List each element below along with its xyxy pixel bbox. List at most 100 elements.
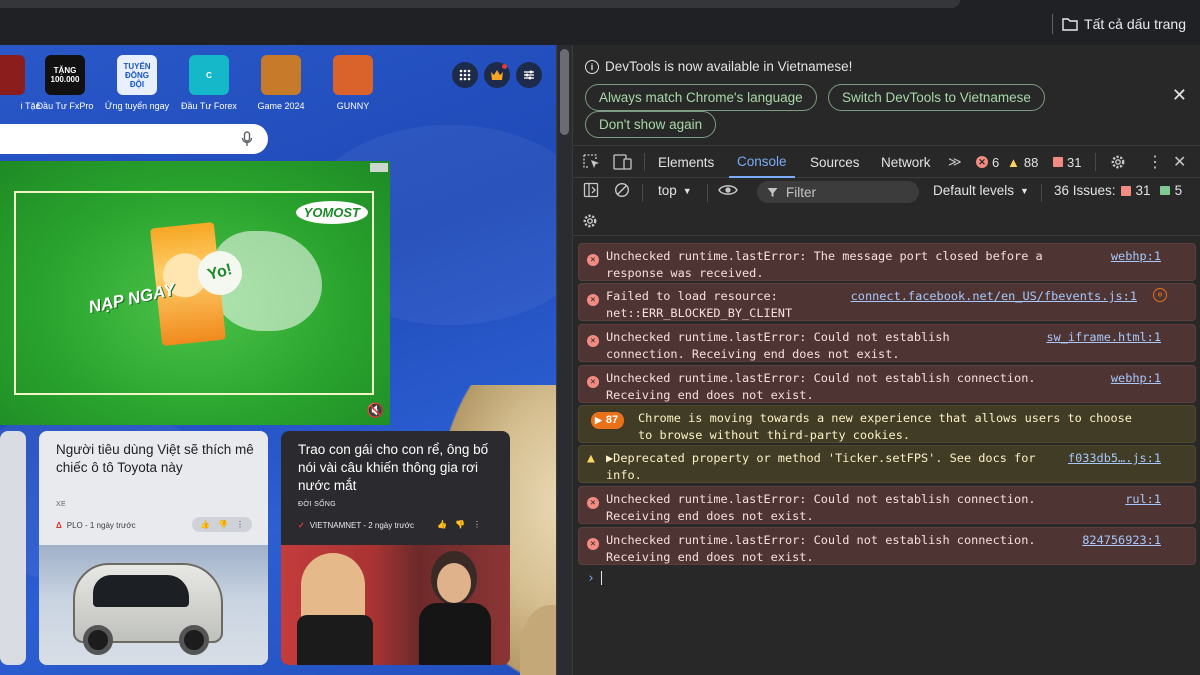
tab-separator bbox=[1095, 153, 1096, 171]
console-message-error[interactable]: ✕ Unchecked runtime.lastError: The messag… bbox=[578, 243, 1196, 281]
search-input[interactable] bbox=[0, 124, 268, 154]
console-message-error[interactable]: ✕ Failed to load resource: net::ERR_BLOCK… bbox=[578, 283, 1196, 321]
console-message-error[interactable]: ✕ Unchecked runtime.lastError: Could not … bbox=[578, 486, 1196, 524]
source-logo-icon: ✓ bbox=[298, 521, 305, 530]
console-settings-gear-icon[interactable] bbox=[582, 213, 598, 229]
settings-gear-icon[interactable] bbox=[1110, 146, 1126, 178]
issue-count[interactable]: 31 bbox=[1053, 146, 1081, 178]
more-options-icon[interactable]: ⋮ bbox=[473, 520, 481, 529]
context-selector[interactable]: top ▼ bbox=[658, 183, 692, 198]
tab-sources[interactable]: Sources bbox=[810, 146, 860, 178]
customize-button[interactable] bbox=[516, 62, 542, 88]
console-message-warning[interactable]: ▲ ▶Deprecated property or method 'Ticker.… bbox=[578, 445, 1196, 483]
clear-console-icon[interactable] bbox=[614, 182, 630, 198]
more-options-icon[interactable]: ⋮ bbox=[236, 520, 244, 529]
source-link[interactable]: webhp:1 bbox=[1111, 370, 1161, 387]
all-bookmarks-button[interactable]: Tất cả dấu trang bbox=[1062, 16, 1186, 32]
console-message-warning-group[interactable]: ▶ 87 Chrome is moving towards a new experi… bbox=[578, 405, 1196, 443]
more-options-icon[interactable]: ⋮ bbox=[1147, 146, 1163, 178]
page-scrollbar[interactable] bbox=[556, 45, 572, 675]
console-message-error[interactable]: ✕ Unchecked runtime.lastError: Could not … bbox=[578, 365, 1196, 403]
console-output: ✕ Unchecked runtime.lastError: The messag… bbox=[573, 237, 1200, 675]
console-message-text: Unchecked runtime.lastError: The message… bbox=[606, 249, 1043, 280]
dropdown-arrow-icon: ▼ bbox=[682, 185, 692, 196]
warning-count[interactable]: ▲ 88 bbox=[1007, 146, 1038, 178]
rewards-button[interactable] bbox=[484, 62, 510, 88]
news-card[interactable]: Người tiêu dùng Việt sẽ thích mê chiếc ô… bbox=[39, 431, 268, 665]
console-message-error[interactable]: ✕ Unchecked runtime.lastError: Could not … bbox=[578, 527, 1196, 565]
app-shortcut[interactable]: Game 2024 bbox=[246, 55, 316, 111]
issue-icon bbox=[1120, 185, 1131, 196]
source-logo-icon: Δ bbox=[56, 521, 62, 530]
issues-button[interactable]: 36 Issues: 31 5 bbox=[1054, 183, 1182, 198]
inspect-element-icon[interactable] bbox=[583, 146, 601, 178]
close-icon[interactable]: ✕ bbox=[1172, 85, 1187, 106]
device-toolbar-icon[interactable] bbox=[613, 146, 633, 178]
apps-grid-button[interactable] bbox=[452, 62, 478, 88]
issue-icon bbox=[1053, 157, 1063, 167]
app-shortcut[interactable]: GUNNY bbox=[318, 55, 388, 111]
thumbs-up-icon[interactable]: 👍 bbox=[200, 520, 210, 529]
news-card-category: ĐỜI SỐNG bbox=[298, 501, 336, 508]
warning-count-value: 88 bbox=[1023, 154, 1039, 170]
ad-info-icon[interactable] bbox=[370, 163, 388, 172]
scrollbar-thumb[interactable] bbox=[560, 49, 569, 135]
app-shortcut-icon: C bbox=[189, 55, 229, 95]
console-input[interactable] bbox=[601, 571, 602, 585]
thumbs-down-icon[interactable]: 👎 bbox=[218, 520, 228, 529]
notification-dot bbox=[502, 64, 507, 69]
app-shortcut[interactable]: TUYỂN ĐỒNG ĐỘI Ứng tuyển ngay bbox=[102, 55, 172, 111]
close-devtools-icon[interactable]: ✕ bbox=[1173, 146, 1186, 178]
news-card-title[interactable]: Người tiêu dùng Việt sẽ thích mê chiếc ô… bbox=[56, 441, 254, 477]
news-card-title[interactable]: Trao con gái cho con rể, ông bố nói vài … bbox=[298, 441, 496, 495]
app-shortcut-label: GUNNY bbox=[336, 101, 370, 111]
tab-elements[interactable]: Elements bbox=[658, 146, 714, 178]
sliders-icon bbox=[524, 70, 534, 80]
bookmark-separator bbox=[1052, 14, 1053, 34]
source-link[interactable]: rul:1 bbox=[1125, 491, 1161, 508]
source-link[interactable]: f033db5….js:1 bbox=[1068, 450, 1161, 467]
error-count[interactable]: ✕ 6 bbox=[976, 146, 999, 178]
log-levels-dropdown[interactable]: Default levels ▼ bbox=[933, 183, 1029, 198]
dont-show-again-button[interactable]: Don't show again bbox=[585, 111, 717, 138]
ad-brand-logo: YOMOST bbox=[295, 201, 368, 224]
tab-console[interactable]: Console bbox=[729, 146, 795, 178]
issues-error-count: 31 bbox=[1135, 183, 1151, 198]
person-left-shirt bbox=[297, 615, 373, 665]
issues-label: 36 Issues: bbox=[1054, 183, 1116, 198]
browser-top-bar: Tất cả dấu trang bbox=[0, 0, 1200, 45]
source-link[interactable]: webhp:1 bbox=[1111, 248, 1161, 265]
console-message-error[interactable]: ✕ Unchecked runtime.lastError: Could not … bbox=[578, 324, 1196, 362]
message-group-badge[interactable]: ▶ 87 bbox=[591, 412, 625, 429]
app-shortcut-icon: TẶNG 100.000 bbox=[45, 55, 85, 95]
warning-icon: ▲ bbox=[1007, 154, 1020, 170]
language-notice-text: DevTools is now available in Vietnamese! bbox=[605, 59, 853, 74]
language-notice-message: i DevTools is now available in Vietnames… bbox=[585, 59, 852, 74]
app-shortcut-label: Đầu Tư Forex bbox=[181, 101, 237, 111]
news-card[interactable]: Trao con gái cho con rể, ông bố nói vài … bbox=[281, 431, 510, 665]
more-tabs-icon[interactable]: ≫ bbox=[948, 146, 962, 178]
grid-icon bbox=[459, 69, 471, 81]
thumbs-up-icon[interactable]: 👍 bbox=[437, 520, 447, 529]
toolbar-separator bbox=[1041, 184, 1042, 202]
switch-to-vietnamese-button[interactable]: Switch DevTools to Vietnamese bbox=[828, 84, 1045, 111]
error-icon: ✕ bbox=[976, 156, 988, 168]
tab-network[interactable]: Network bbox=[881, 146, 931, 178]
thumbs-down-icon[interactable]: 👎 bbox=[455, 520, 465, 529]
app-shortcut[interactable]: C Đầu Tư Forex bbox=[174, 55, 244, 111]
omnibox-edge bbox=[0, 0, 960, 8]
log-levels-label: Default levels bbox=[933, 183, 1015, 198]
microphone-icon[interactable] bbox=[241, 131, 253, 147]
mute-icon[interactable]: 🔇 bbox=[367, 402, 384, 419]
advertisement-banner[interactable]: Yo! NẠP NGAY YOMOST 🔇 bbox=[0, 161, 390, 425]
source-link[interactable]: 824756923:1 bbox=[1082, 532, 1161, 549]
filter-input[interactable]: Filter bbox=[757, 181, 919, 203]
source-link[interactable]: connect.facebook.net/en_US/fbevents.js:1 bbox=[851, 288, 1137, 305]
news-card-partial[interactable] bbox=[0, 431, 26, 665]
network-globe-icon[interactable]: ⊕ bbox=[1153, 288, 1167, 302]
app-shortcut[interactable]: TẶNG 100.000 Đầu Tư FxPro bbox=[30, 55, 100, 111]
sidebar-toggle-icon[interactable] bbox=[583, 182, 599, 198]
live-expression-eye-icon[interactable] bbox=[718, 183, 738, 197]
source-link[interactable]: sw_iframe.html:1 bbox=[1046, 329, 1161, 346]
always-match-language-button[interactable]: Always match Chrome's language bbox=[585, 84, 817, 111]
